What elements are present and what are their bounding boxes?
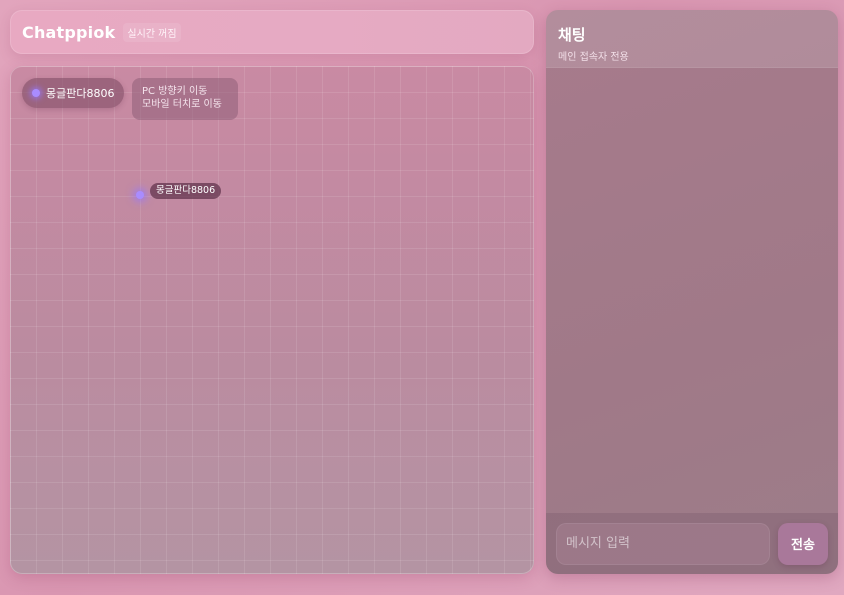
help-line-mobile: 모바일 터치로 이동 — [142, 99, 222, 110]
current-player-name: 몽글판다8806 — [46, 87, 115, 100]
player-avatar-icon — [136, 191, 144, 199]
controls-help: PC 방향키 이동 모바일 터치로 이동 — [132, 78, 238, 120]
current-player-pill: 몽글판다8806 — [22, 78, 125, 108]
help-line-pc: PC 방향키 이동 — [142, 86, 208, 97]
chat-subtitle: 메인 접속자 전용 — [558, 52, 629, 63]
chat-panel: 채팅 메인 접속자 전용 전송 — [546, 10, 838, 574]
send-button[interactable]: 전송 — [778, 522, 828, 565]
message-input[interactable] — [556, 522, 770, 565]
chat-message-list[interactable] — [546, 68, 838, 513]
chat-title: 채팅 — [558, 26, 586, 44]
player-status-dot-icon — [32, 89, 40, 97]
app-header: Chatppiok 실시간 꺼짐 — [10, 10, 534, 54]
chat-header: 채팅 메인 접속자 전용 — [546, 10, 838, 68]
app-title: Chatppiok — [22, 22, 116, 42]
realtime-status-badge: 실시간 꺼짐 — [123, 22, 181, 42]
chat-composer: 전송 — [546, 513, 838, 574]
game-board[interactable]: 몽글판다8806 PC 방향키 이동 모바일 터치로 이동 몽글판다8806 — [10, 66, 534, 574]
player-avatar-label: 몽글판다8806 — [150, 183, 222, 199]
